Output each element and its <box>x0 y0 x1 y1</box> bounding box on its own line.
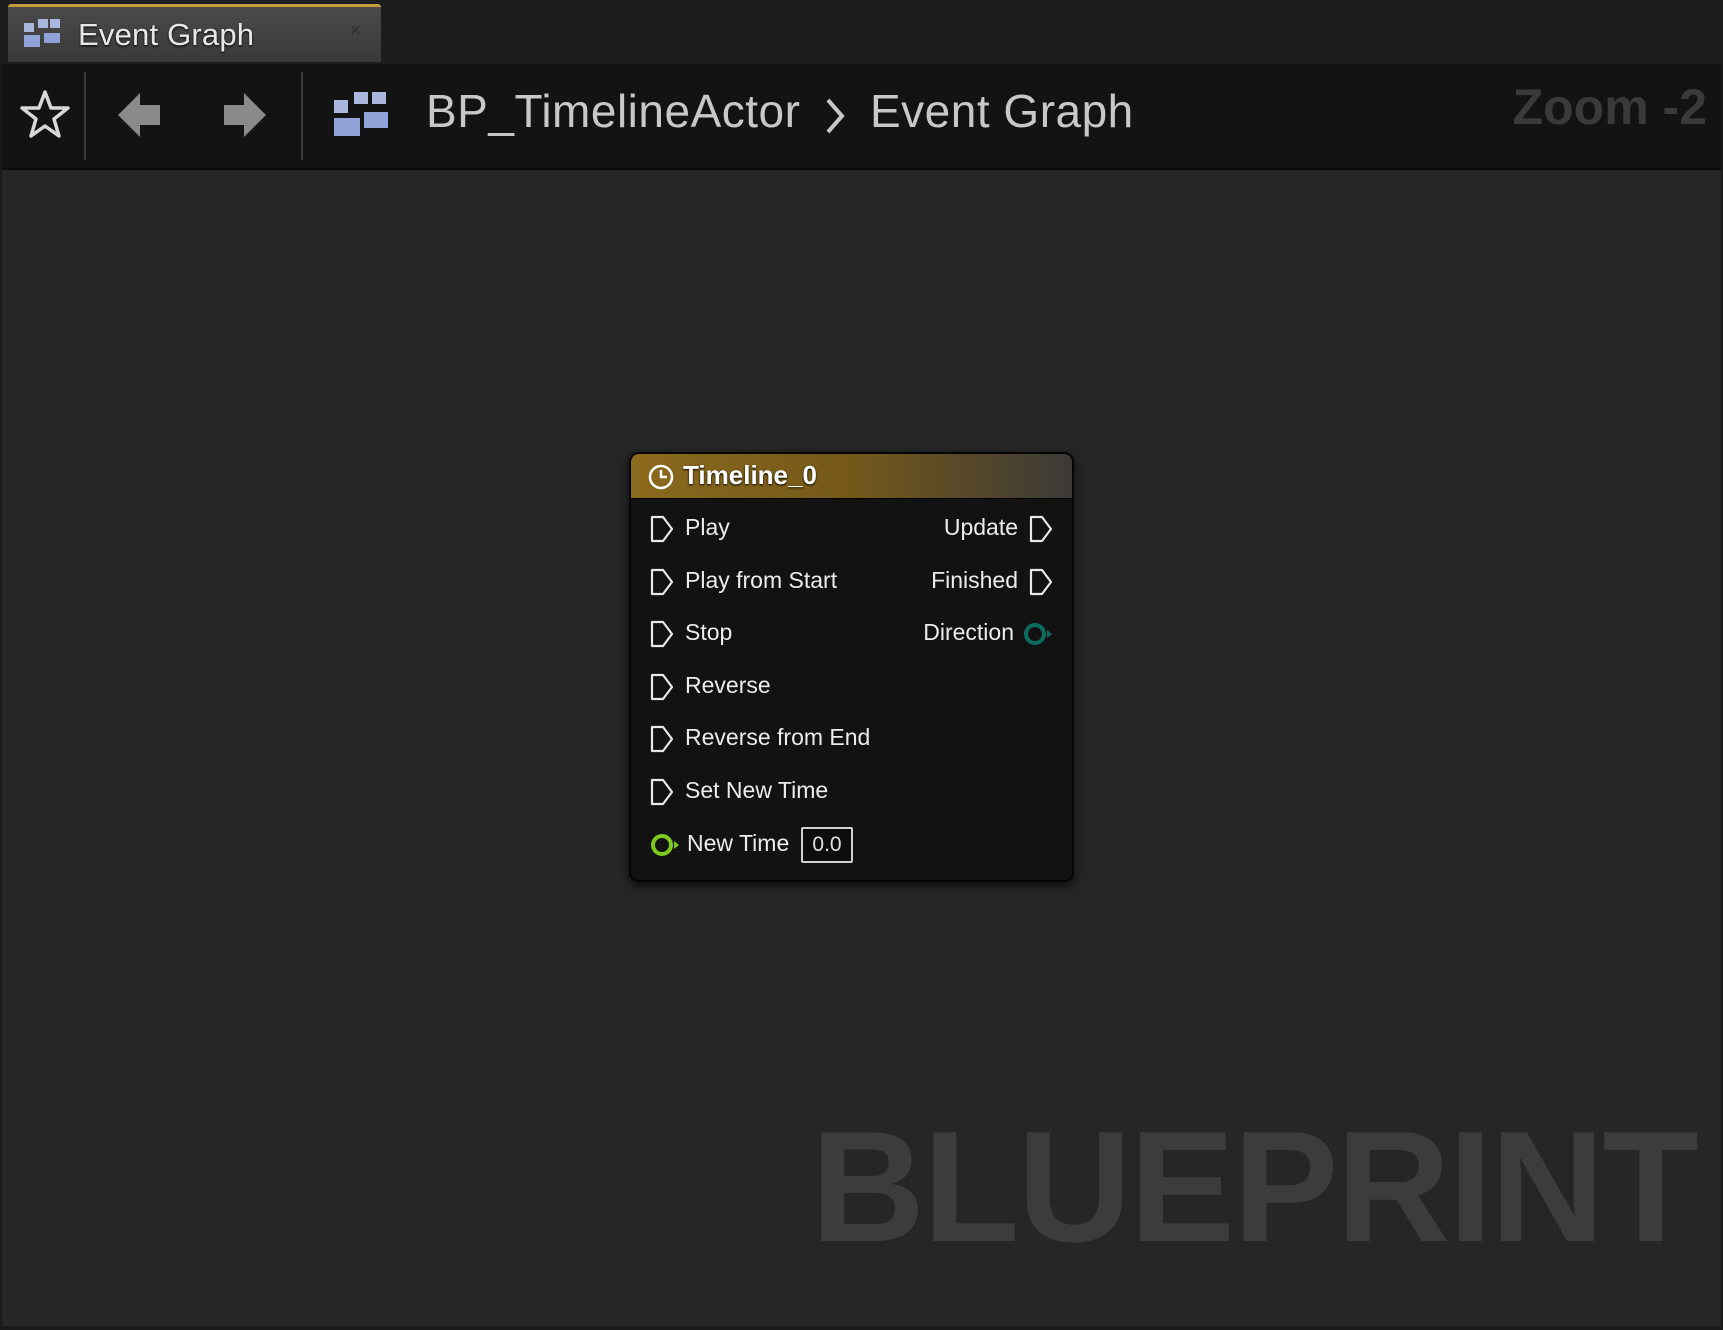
tab-label: Event Graph <box>78 17 255 52</box>
pin-label: Play <box>685 514 730 540</box>
pin-label: New Time <box>687 830 790 856</box>
pin-label: Play from Start <box>685 567 838 593</box>
pin-label: Update <box>943 514 1018 540</box>
exec-pin-icon[interactable] <box>649 514 675 549</box>
pin-new-time[interactable]: New Time 0.0 <box>649 825 909 865</box>
tab-strip: Event Graph × <box>0 0 1723 64</box>
node-header[interactable]: Timeline_0 <box>631 454 1072 499</box>
pin-label: Reverse from End <box>685 724 871 750</box>
exec-pin-icon[interactable] <box>1028 514 1054 549</box>
data-pin-icon[interactable] <box>649 830 681 865</box>
zoom-level: Zoom -2 <box>1512 79 1707 135</box>
exec-pin-icon[interactable] <box>649 672 675 707</box>
timeline-node[interactable]: Timeline_0 Play Play from Start Stop Rev… <box>629 452 1074 882</box>
blueprint-watermark: BLUEPRINT <box>810 1099 1699 1275</box>
star-icon[interactable] <box>18 88 72 147</box>
exec-pin-icon[interactable] <box>649 619 675 654</box>
node-title: Timeline_0 <box>683 460 817 490</box>
pin-label: Stop <box>685 619 733 645</box>
pin-label: Reverse <box>685 672 771 698</box>
graph-toolbar: BP_TimelineActor Event Graph Zoom -2 <box>2 64 1721 170</box>
clock-icon <box>647 463 675 496</box>
pin-direction[interactable]: Direction <box>874 614 1054 654</box>
tab-event-graph[interactable]: Event Graph × <box>8 4 381 62</box>
toolbar-separator <box>84 72 86 160</box>
back-arrow-icon[interactable] <box>114 88 166 147</box>
pin-set-new-time[interactable]: Set New Time <box>649 772 909 812</box>
chevron-right-icon <box>820 94 850 143</box>
breadcrumb-blueprint[interactable]: BP_TimelineActor <box>426 84 800 138</box>
pin-finished[interactable]: Finished <box>874 562 1054 602</box>
exec-pin-icon[interactable] <box>649 567 675 602</box>
pin-reverse[interactable]: Reverse <box>649 667 909 707</box>
pin-label: Finished <box>931 567 1018 593</box>
forward-arrow-icon[interactable] <box>218 88 270 147</box>
blueprint-graph-icon <box>330 88 392 145</box>
pin-play[interactable]: Play <box>649 509 909 549</box>
close-icon[interactable]: × <box>349 20 361 43</box>
exec-pin-icon[interactable] <box>649 724 675 759</box>
data-pin-icon[interactable] <box>1022 619 1054 654</box>
exec-pin-icon[interactable] <box>649 777 675 812</box>
pin-play-from-start[interactable]: Play from Start <box>649 562 909 602</box>
graph-tab-icon <box>22 17 64 56</box>
new-time-input[interactable]: 0.0 <box>801 827 853 863</box>
pin-stop[interactable]: Stop <box>649 614 909 654</box>
graph-canvas[interactable]: Timeline_0 Play Play from Start Stop Rev… <box>2 170 1721 1326</box>
pin-label: Direction <box>923 619 1014 645</box>
exec-pin-icon[interactable] <box>1028 567 1054 602</box>
pin-update[interactable]: Update <box>874 509 1054 549</box>
toolbar-separator <box>301 72 303 160</box>
pin-label: Set New Time <box>685 777 829 803</box>
breadcrumb-graph[interactable]: Event Graph <box>870 84 1134 138</box>
pin-reverse-from-end[interactable]: Reverse from End <box>649 719 909 759</box>
